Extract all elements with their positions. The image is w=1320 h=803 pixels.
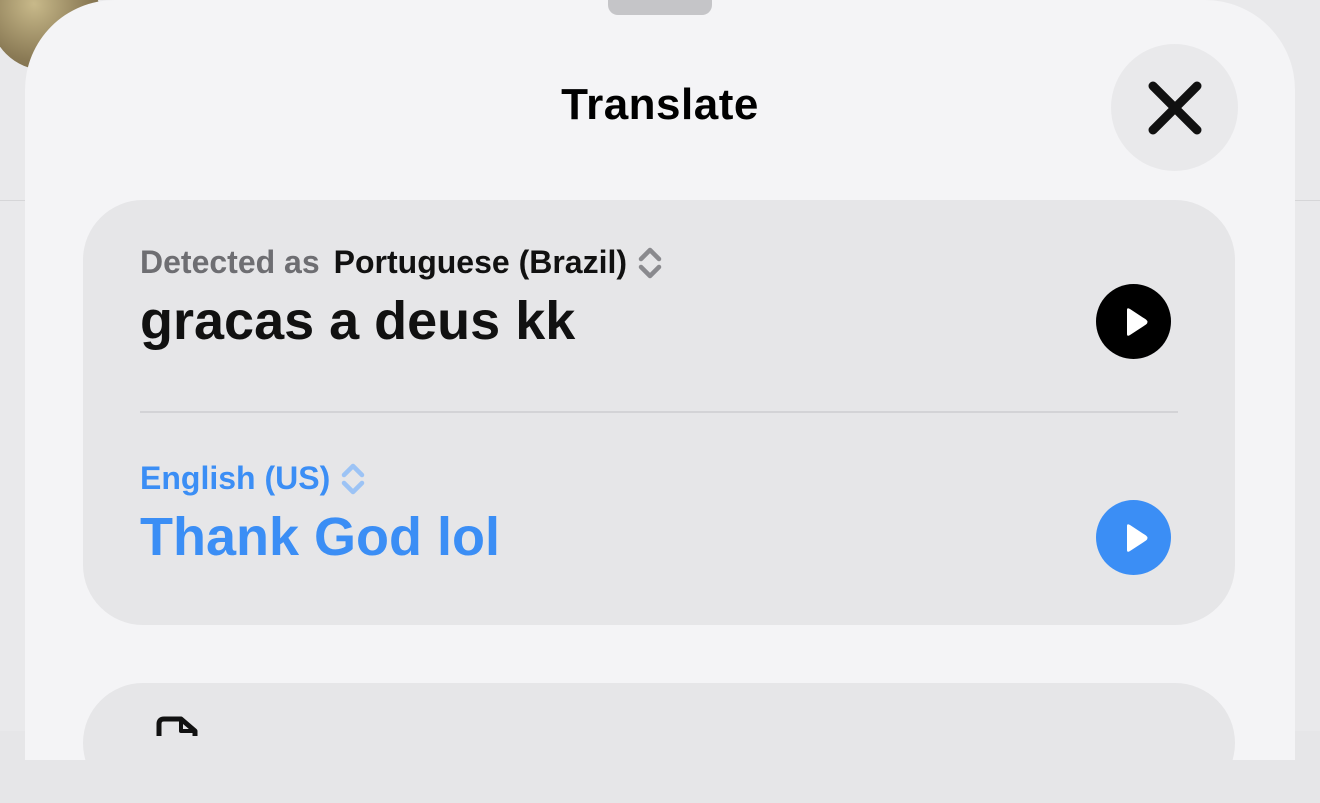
target-language-label: English (US) bbox=[140, 460, 331, 496]
play-source-button[interactable] bbox=[1096, 284, 1171, 359]
target-language-selector[interactable]: English (US) bbox=[140, 460, 366, 497]
copy-icon[interactable] bbox=[155, 716, 203, 741]
play-translation-button[interactable] bbox=[1096, 500, 1171, 575]
actions-card bbox=[83, 683, 1235, 803]
detected-as-label: Detected as bbox=[140, 244, 320, 280]
chevron-updown-icon bbox=[340, 461, 366, 497]
sheet-grabber[interactable] bbox=[608, 0, 712, 15]
source-language-label: Portuguese (Brazil) bbox=[333, 244, 628, 280]
translated-text[interactable]: Thank God lol bbox=[140, 506, 500, 568]
play-icon bbox=[1126, 523, 1147, 552]
source-language-selector[interactable]: Detected as Portuguese (Brazil) bbox=[140, 244, 663, 281]
card-divider bbox=[140, 411, 1178, 413]
close-button[interactable] bbox=[1111, 44, 1238, 171]
chevron-updown-icon bbox=[637, 245, 663, 281]
source-text[interactable]: gracas a deus kk bbox=[140, 290, 575, 352]
xmark-icon bbox=[1148, 81, 1201, 134]
play-icon bbox=[1126, 307, 1147, 336]
